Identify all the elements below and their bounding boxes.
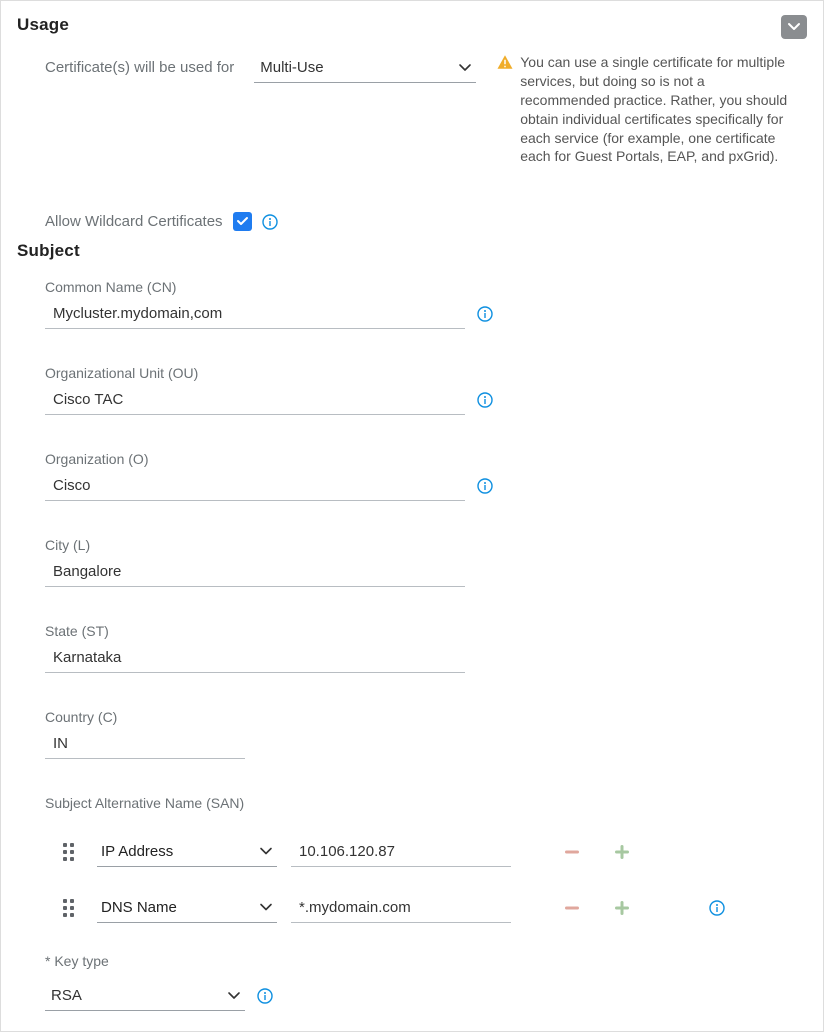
cert-use-warning-text: You can use a single certificate for mul…	[520, 53, 796, 166]
o-input[interactable]	[45, 471, 465, 501]
cert-use-select[interactable]	[254, 53, 476, 83]
san-row: DNS Name	[45, 893, 807, 923]
remove-san-button[interactable]	[563, 899, 581, 917]
san-value-input[interactable]	[291, 893, 511, 923]
ou-info-icon[interactable]	[477, 392, 493, 408]
country-input[interactable]	[45, 729, 245, 759]
san-info-icon[interactable]	[709, 900, 725, 916]
minus-icon	[563, 899, 581, 917]
wildcard-label: Allow Wildcard Certificates	[45, 213, 223, 230]
keytype-select[interactable]	[45, 981, 245, 1011]
collapse-section-button[interactable]	[781, 15, 807, 39]
san-type-value: DNS Name	[101, 899, 177, 916]
o-label: Organization (O)	[45, 451, 807, 467]
cert-use-value[interactable]	[254, 53, 476, 83]
o-info-icon[interactable]	[477, 478, 493, 494]
plus-icon	[613, 899, 631, 917]
keytype-info-icon[interactable]	[257, 988, 273, 1004]
chevron-down-icon	[259, 843, 273, 860]
san-label: Subject Alternative Name (SAN)	[45, 795, 807, 811]
add-san-button[interactable]	[613, 843, 631, 861]
san-type-select[interactable]: DNS Name	[97, 893, 277, 923]
cert-use-label: Certificate(s) will be used for	[45, 53, 234, 76]
country-label: Country (C)	[45, 709, 807, 725]
checkmark-icon	[236, 216, 249, 227]
minus-icon	[563, 843, 581, 861]
chevron-down-icon	[259, 899, 273, 916]
cn-info-icon[interactable]	[477, 306, 493, 322]
san-value-input[interactable]	[291, 837, 511, 867]
warning-icon	[496, 53, 514, 74]
plus-icon	[613, 843, 631, 861]
san-row: IP Address	[45, 837, 807, 867]
state-label: State (ST)	[45, 623, 807, 639]
add-san-button[interactable]	[613, 899, 631, 917]
drag-handle-icon[interactable]	[63, 899, 77, 917]
state-input[interactable]	[45, 643, 465, 673]
remove-san-button[interactable]	[563, 843, 581, 861]
keytype-label: * Key type	[45, 953, 807, 969]
drag-handle-icon[interactable]	[63, 843, 77, 861]
wildcard-info-icon[interactable]	[262, 214, 278, 230]
subject-heading: Subject	[17, 241, 807, 261]
chevron-down-icon	[787, 22, 801, 32]
wildcard-checkbox[interactable]	[233, 212, 252, 231]
city-input[interactable]	[45, 557, 465, 587]
usage-heading: Usage	[17, 15, 807, 35]
city-label: City (L)	[45, 537, 807, 553]
ou-label: Organizational Unit (OU)	[45, 365, 807, 381]
ou-input[interactable]	[45, 385, 465, 415]
cn-label: Common Name (CN)	[45, 279, 807, 295]
san-type-value: IP Address	[101, 843, 173, 860]
keytype-value[interactable]	[45, 981, 245, 1011]
san-type-select[interactable]: IP Address	[97, 837, 277, 867]
cn-input[interactable]	[45, 299, 465, 329]
